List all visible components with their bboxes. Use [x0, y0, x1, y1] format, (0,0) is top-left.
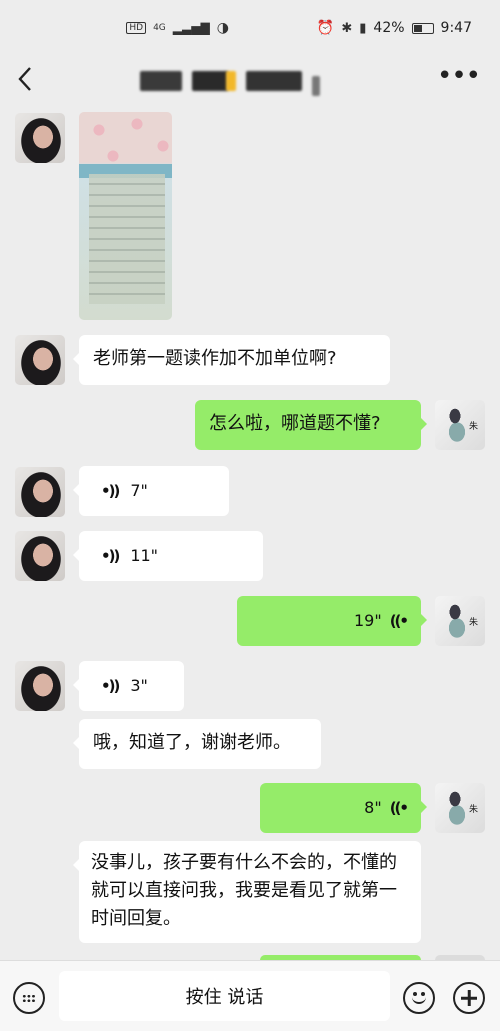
redacted-block [246, 71, 302, 91]
redacted-block [192, 71, 228, 91]
vibrate-icon: ▮ [359, 20, 367, 36]
voice-wave-icon: •)) [101, 547, 120, 565]
redacted-block [312, 76, 320, 96]
message-bubble-received[interactable]: 哦，知道了，谢谢老师。 [73, 719, 321, 769]
redacted-block [226, 71, 236, 91]
contact-avatar[interactable] [15, 113, 65, 163]
voice-message-sent[interactable]: 19" ((• [237, 596, 427, 646]
voice-message-received[interactable]: •)) 3" [73, 661, 184, 711]
chevron-left-icon[interactable] [14, 64, 36, 94]
avatar-character: 朱 [468, 618, 478, 628]
voice-duration: 8" [364, 798, 382, 817]
battery-percent: 42% [373, 20, 405, 36]
network-badge: HD [126, 22, 147, 34]
emoji-smile [412, 996, 426, 1004]
contact-avatar[interactable] [15, 661, 65, 711]
battery-icon [411, 22, 434, 34]
voice-message-received[interactable]: •)) 7" [73, 466, 229, 516]
voice-message-received[interactable]: •)) 11" [73, 531, 263, 581]
avatar-character: 朱 [468, 805, 478, 815]
keyboard-icon[interactable] [13, 982, 45, 1014]
network-type: 4G [153, 23, 166, 33]
alarm-icon: ⏰ [316, 20, 335, 36]
contact-avatar[interactable] [15, 335, 65, 385]
user-avatar[interactable]: 朱 [435, 783, 485, 833]
plus-icon[interactable] [453, 982, 485, 1014]
avatar-character: 朱 [468, 422, 478, 432]
message-bubble-sent[interactable]: 怎么啦，哪道题不懂? [195, 400, 427, 450]
contact-avatar[interactable] [15, 531, 65, 581]
message-text: 没事儿，孩子要有什么不会的，不懂的就可以直接问我，我要是看见了就第一时间回复。 [91, 852, 397, 929]
hold-to-talk-button[interactable]: 按住 说话 [59, 971, 390, 1021]
voice-duration: 11" [130, 546, 159, 565]
voice-message-sent[interactable]: 8" ((• [260, 783, 427, 833]
voice-wave-icon: •)) [101, 677, 120, 695]
message-bubble-received[interactable]: 老师第一题读作加不加单位啊? [73, 335, 390, 385]
message-text: 哦，知道了，谢谢老师。 [93, 732, 291, 753]
keyboard-keys [22, 993, 36, 1003]
image-message[interactable] [79, 112, 172, 320]
chat-title-redacted [140, 68, 370, 96]
signal-icon: ▂▃▅▇ [172, 21, 210, 35]
hold-to-talk-label: 按住 说话 [185, 987, 264, 1008]
message-bubble-received[interactable]: 没事儿，孩子要有什么不会的，不懂的就可以直接问我，我要是看见了就第一时间回复。 [73, 841, 421, 943]
voice-duration: 19" [353, 611, 382, 630]
voice-wave-icon: ((• [389, 612, 409, 630]
emoji-icon[interactable] [403, 982, 435, 1014]
voice-duration: 7" [130, 481, 148, 500]
redacted-block [140, 71, 182, 91]
more-dots-icon[interactable]: ••• [437, 63, 481, 89]
status-bar: HD 4G ▂▃▅▇ ◑ ⏰ ✱ ▮ 42% 9:47 [0, 0, 500, 56]
voice-wave-icon: ((• [389, 799, 409, 817]
voice-duration: 3" [130, 676, 148, 695]
chat-input-bar: 按住 说话 [0, 960, 500, 1031]
message-text: 怎么啦，哪道题不懂? [209, 413, 381, 434]
wifi-icon: ◑ [216, 20, 229, 36]
contact-avatar[interactable] [15, 467, 65, 517]
message-text: 老师第一题读作加不加单位啊? [93, 348, 337, 369]
image-photo-content [89, 174, 165, 304]
bluetooth-icon: ✱ [341, 20, 353, 36]
user-avatar[interactable]: 朱 [435, 596, 485, 646]
user-avatar[interactable]: 朱 [435, 400, 485, 450]
clock-time: 9:47 [440, 20, 472, 36]
voice-wave-icon: •)) [101, 482, 120, 500]
chat-nav-bar: ••• [0, 56, 500, 104]
